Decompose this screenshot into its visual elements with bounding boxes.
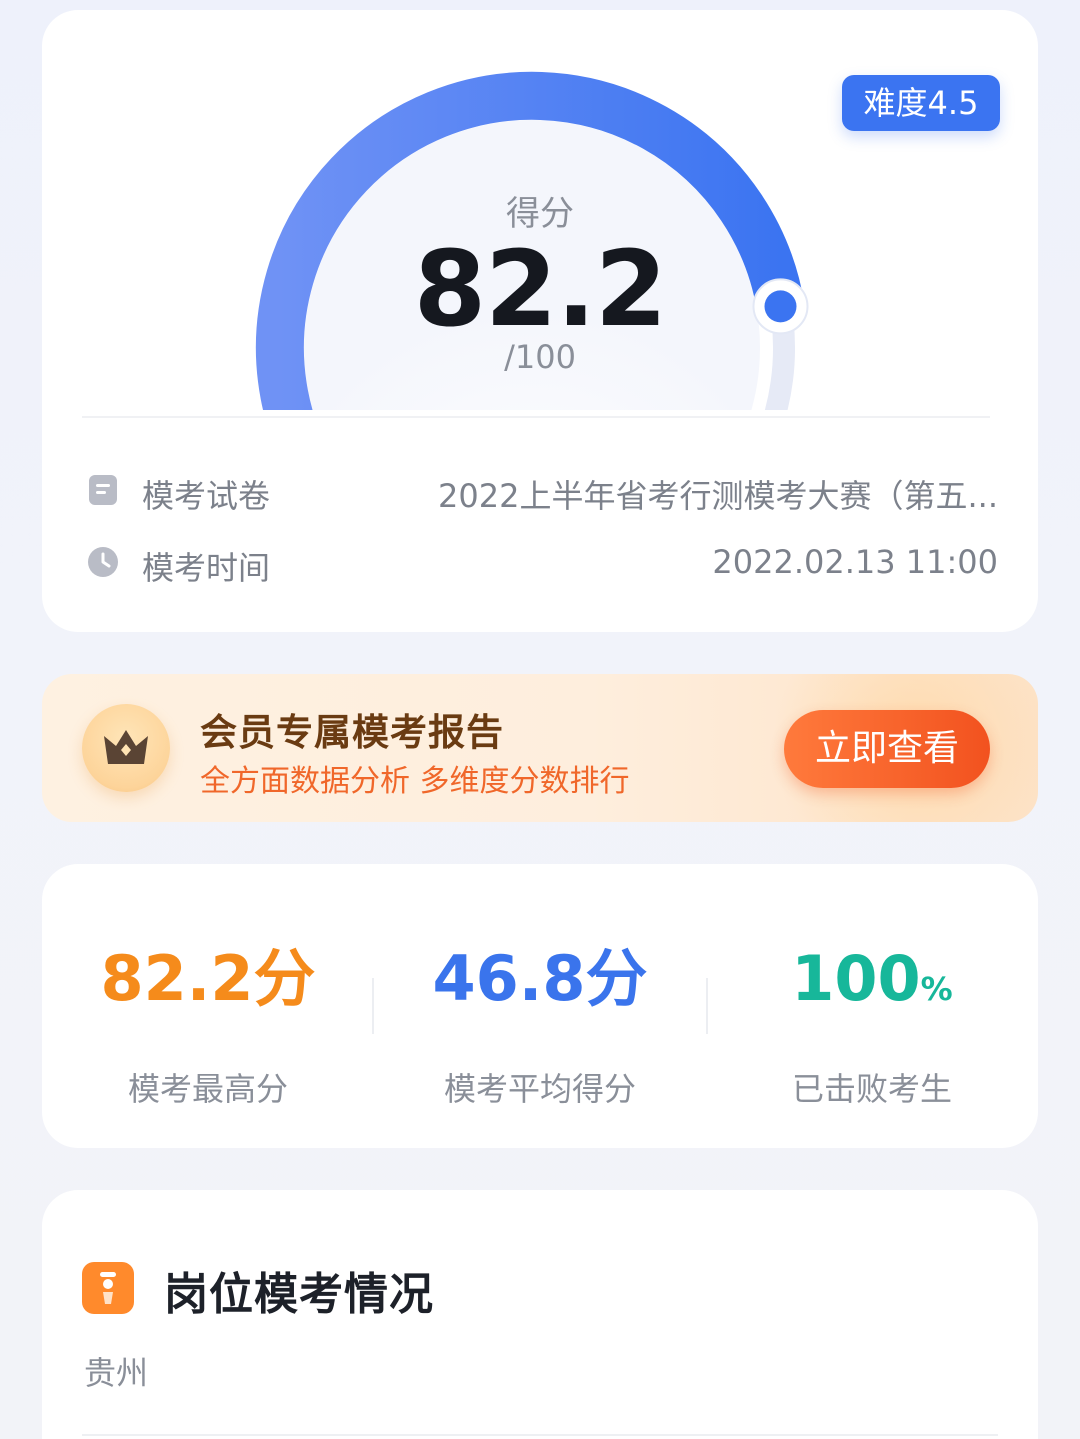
- average-score-label: 模考平均得分: [443, 1070, 636, 1108]
- stat-beaten: 100% 已击败考生: [706, 934, 1038, 1110]
- score-card: 得分 82.2 /100 难度4.5 模考试卷 2022上半年省考行测模考大赛（…: [42, 10, 1038, 632]
- stats-card: 82.2分 模考最高分 46.8分 模考平均得分 100% 已击败考生: [42, 864, 1038, 1148]
- crown-icon: [104, 730, 148, 764]
- crown-badge: [82, 704, 170, 792]
- clock-icon: [88, 547, 118, 577]
- score-total: /100: [504, 338, 576, 376]
- exam-paper-value: 2022上半年省考行测模考大赛（第五...: [438, 477, 998, 515]
- score-value: 82.2: [413, 228, 668, 350]
- exam-time-row: 模考时间 2022.02.13 11:00: [86, 537, 998, 587]
- beaten-percent-value: 100%: [706, 934, 1038, 1024]
- exam-time-value: 2022.02.13 11:00: [712, 543, 998, 581]
- position-title: 岗位模考情况: [164, 1269, 434, 1320]
- view-now-button[interactable]: 立即查看: [784, 710, 990, 788]
- highest-score-label: 模考最高分: [127, 1070, 288, 1108]
- average-score-value: 46.8分: [432, 942, 648, 1015]
- highest-score-value: 82.2分: [100, 942, 316, 1015]
- member-report-banner[interactable]: 会员专属模考报告 全方面数据分析 多维度分数排行 立即查看: [42, 674, 1038, 822]
- divider: [82, 416, 990, 418]
- exam-paper-row[interactable]: 模考试卷 2022上半年省考行测模考大赛（第五...: [86, 465, 998, 515]
- position-region[interactable]: 贵州: [84, 1348, 148, 1394]
- divider: [82, 1434, 998, 1436]
- badge-icon: [82, 1262, 134, 1314]
- stat-highest: 82.2分 模考最高分: [42, 934, 374, 1110]
- banner-subtitle: 全方面数据分析 多维度分数排行: [200, 764, 630, 799]
- banner-title: 会员专属模考报告: [200, 711, 504, 754]
- stat-average: 46.8分 模考平均得分: [374, 934, 706, 1110]
- exam-paper-label: 模考试卷: [142, 477, 271, 515]
- beaten-percent-unit: %: [920, 970, 953, 1008]
- position-card: 岗位模考情况 贵州: [42, 1190, 1038, 1439]
- document-icon: [89, 475, 117, 505]
- difficulty-badge: 难度4.5: [842, 75, 1000, 131]
- exam-time-label: 模考时间: [142, 549, 271, 587]
- beaten-percent-number: 100: [791, 942, 921, 1015]
- beaten-percent-label: 已击败考生: [791, 1070, 952, 1108]
